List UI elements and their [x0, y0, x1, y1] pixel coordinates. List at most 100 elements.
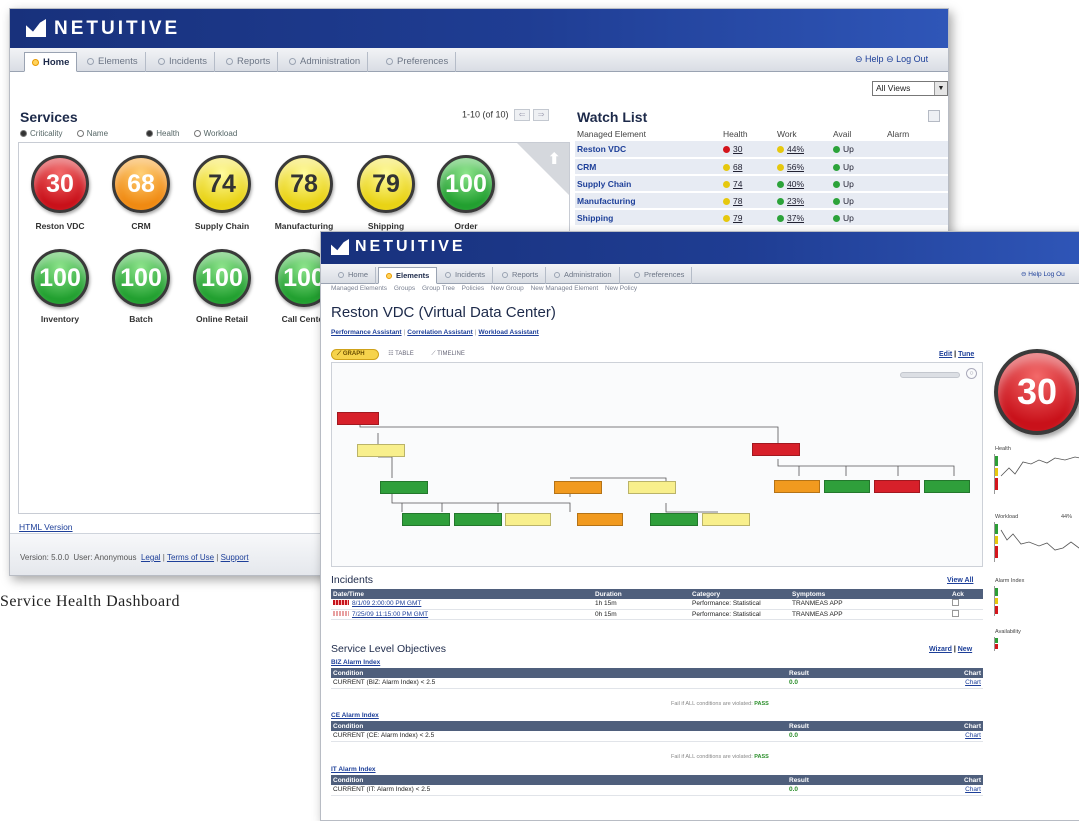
topology-node[interactable] — [702, 513, 750, 526]
topology-node[interactable] — [650, 513, 698, 526]
topology-node[interactable] — [824, 480, 870, 493]
terms-link[interactable]: Terms of Use — [167, 553, 214, 562]
table-row[interactable]: 7/25/09 11:15:00 PM GMT 0h 15m Performan… — [331, 609, 983, 620]
performance-assistant-link[interactable]: Performance Assistant — [331, 329, 402, 336]
logout-link[interactable]: ⊖ Log Out — [886, 54, 928, 64]
ack-checkbox[interactable] — [952, 599, 959, 607]
topology-node[interactable] — [577, 513, 623, 526]
service-ball[interactable]: 79 — [357, 155, 415, 213]
tab-administration[interactable]: Administration — [547, 267, 620, 284]
table-row: CURRENT (BIZ: Alarm Index) < 2.5 0.0 Cha… — [331, 678, 983, 689]
view-tabs: ⟋ GRAPH ☷ TABLE ⟋ TIMELINE — [331, 349, 481, 360]
topology-node[interactable] — [357, 444, 405, 457]
grid-icon[interactable] — [928, 110, 940, 122]
prev-page-button[interactable]: ⇐ — [514, 109, 531, 121]
table-row[interactable]: CRM 68 56% Up — [575, 158, 948, 176]
support-link[interactable]: Support — [221, 553, 249, 562]
subnav-new-policy[interactable]: New Policy — [605, 285, 637, 292]
panel-fold — [517, 143, 569, 195]
html-version-link[interactable]: HTML Version — [19, 522, 73, 532]
service-ball[interactable]: 74 — [193, 155, 251, 213]
workload-assistant-link[interactable]: Workload Assistant — [478, 329, 538, 336]
health-score-ball[interactable]: 30 — [994, 349, 1079, 435]
tab-dot-icon — [32, 59, 39, 66]
brand-header: NETUITIVE — [321, 232, 1079, 264]
service-ball[interactable]: 100 — [193, 249, 251, 307]
help-link[interactable]: ⊖ Help — [855, 54, 884, 64]
topology-node[interactable] — [924, 480, 970, 493]
topology-graph[interactable]: ○ — [331, 362, 983, 567]
slo-group-title[interactable]: IT Alarm Index — [331, 766, 376, 773]
topology-node[interactable] — [337, 412, 379, 425]
correlation-assistant-link[interactable]: Correlation Assistant — [407, 329, 473, 336]
next-page-button[interactable]: ⇒ — [533, 109, 550, 121]
sort-health[interactable]: Health — [146, 129, 179, 138]
service-ball[interactable]: 100 — [31, 249, 89, 307]
subnav-new-group[interactable]: New Group — [491, 285, 524, 292]
topology-node[interactable] — [380, 481, 428, 494]
edit-link[interactable]: Edit — [939, 351, 952, 358]
table-row: CURRENT (IT: Alarm Index) < 2.5 0.0 Char… — [331, 785, 983, 796]
subnav-new-managed-element[interactable]: New Managed Element — [531, 285, 599, 292]
service-ball[interactable]: 30 — [31, 155, 89, 213]
table-row[interactable]: Manufacturing 78 23% Up — [575, 192, 948, 210]
chart-link[interactable]: Chart — [965, 732, 981, 739]
arrow-up-icon[interactable]: ⬆ — [548, 149, 561, 169]
tab-timeline[interactable]: ⟋ TIMELINE — [431, 351, 472, 357]
tab-preferences[interactable]: Preferences — [379, 52, 457, 72]
topology-node[interactable] — [454, 513, 502, 526]
help-logout-link[interactable]: ⊖ Help Log Ou — [1021, 270, 1065, 278]
table-row[interactable]: Reston VDC 30 44% Up — [575, 141, 948, 159]
tab-incidents[interactable]: Incidents — [438, 267, 494, 284]
new-slo-link[interactable]: New — [958, 646, 972, 653]
service-ball[interactable]: 100 — [437, 155, 495, 213]
chart-link[interactable]: Chart — [965, 786, 981, 793]
subnav-group-tree[interactable]: Group Tree — [422, 285, 455, 292]
topology-node[interactable] — [774, 480, 820, 493]
views-select[interactable]: All Views ▼ — [872, 81, 948, 96]
service-ball[interactable]: 68 — [112, 155, 170, 213]
table-row[interactable]: 8/1/09 2:00:00 PM GMT 1h 15m Performance… — [331, 599, 983, 610]
sort-criticality[interactable]: Criticality — [20, 129, 62, 138]
tab-elements[interactable]: Elements — [378, 267, 438, 284]
watch-list-title: Watch List — [577, 109, 648, 125]
topology-node[interactable] — [402, 513, 450, 526]
tab-reports[interactable]: Reports — [495, 267, 547, 284]
subnav-managed-elements[interactable]: Managed Elements — [331, 285, 387, 292]
tune-link[interactable]: Tune — [958, 351, 974, 358]
tab-graph[interactable]: ⟋ GRAPH — [331, 349, 379, 360]
ack-checkbox[interactable] — [952, 609, 959, 617]
service-ball[interactable]: 78 — [275, 155, 333, 213]
slo-group-title[interactable]: BIZ Alarm Index — [331, 659, 380, 666]
subnav-groups[interactable]: Groups — [394, 285, 415, 292]
table-row[interactable]: Supply Chain 74 40% Up — [575, 175, 948, 193]
tab-incidents[interactable]: Incidents — [151, 52, 216, 72]
slo-fail-note: Fail if ALL conditions are violated: PAS… — [671, 701, 769, 707]
service-ball[interactable]: 100 — [112, 249, 170, 307]
subnav-policies[interactable]: Policies — [462, 285, 484, 292]
tab-dot-icon — [445, 272, 451, 278]
table-header: Condition Result Chart — [331, 668, 983, 678]
services-sort-options: Criticality Name Health Workload — [20, 129, 249, 138]
table-header: Managed Element Health Work Avail Alarm — [577, 129, 910, 139]
sort-workload[interactable]: Workload — [193, 129, 237, 138]
wizard-link[interactable]: Wizard — [929, 646, 952, 653]
topology-node[interactable] — [628, 481, 676, 494]
tab-administration[interactable]: Administration — [282, 52, 369, 72]
tab-home[interactable]: Home — [24, 52, 78, 72]
topology-node[interactable] — [752, 443, 800, 456]
slo-group-title[interactable]: CE Alarm Index — [331, 712, 379, 719]
chart-link[interactable]: Chart — [965, 679, 981, 686]
topology-node[interactable] — [505, 513, 551, 526]
tab-preferences[interactable]: Preferences — [627, 267, 693, 284]
tab-home[interactable]: Home — [331, 267, 377, 284]
view-all-link[interactable]: View All — [947, 577, 973, 584]
topology-node[interactable] — [874, 480, 920, 493]
topology-node[interactable] — [554, 481, 602, 494]
legal-link[interactable]: Legal — [141, 553, 161, 562]
tab-table[interactable]: ☷ TABLE — [388, 351, 422, 357]
table-row[interactable]: Shipping 79 37% Up — [575, 209, 948, 227]
tab-reports[interactable]: Reports — [219, 52, 279, 72]
sort-name[interactable]: Name — [76, 129, 108, 138]
tab-elements[interactable]: Elements — [80, 52, 146, 72]
